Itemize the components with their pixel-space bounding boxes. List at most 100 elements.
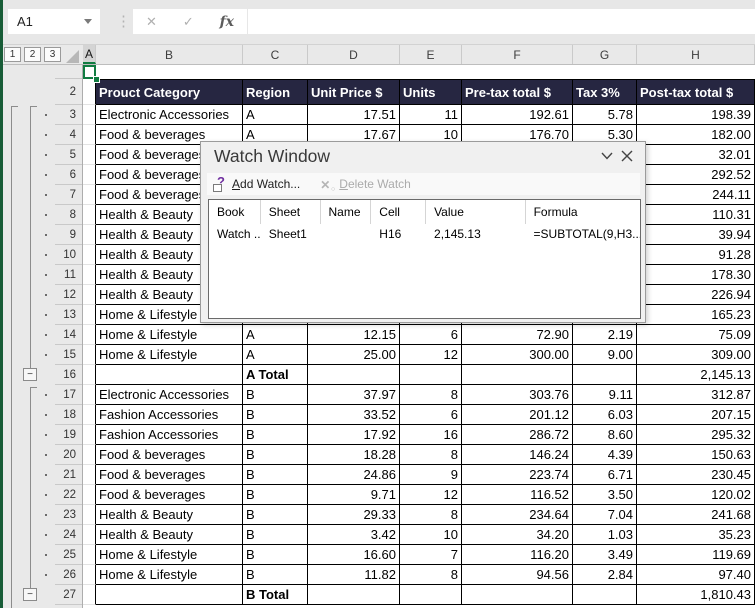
- cell-F25[interactable]: 116.20: [462, 545, 573, 565]
- cell-E21[interactable]: 9: [400, 465, 462, 485]
- watch-window-dialog[interactable]: Watch Window ? Add Watch... ✕ ○ Delete Wa…: [200, 141, 646, 323]
- cell-A26[interactable]: [83, 565, 96, 585]
- cell-H15[interactable]: 309.00: [637, 345, 755, 365]
- column-header-G[interactable]: G: [573, 45, 637, 64]
- row-header-7[interactable]: 7: [55, 185, 82, 205]
- cell-E25[interactable]: 7: [400, 545, 462, 565]
- cell-B20[interactable]: Food & beverages: [96, 445, 243, 465]
- cell-A17[interactable]: [83, 385, 96, 405]
- row-header-19[interactable]: 19: [55, 425, 82, 445]
- row-header-11[interactable]: 11: [55, 265, 82, 285]
- cancel-icon[interactable]: ✕: [146, 14, 157, 30]
- row-header-13[interactable]: 13: [55, 305, 82, 325]
- cell-A5[interactable]: [83, 145, 96, 165]
- cell-H21[interactable]: 230.45: [637, 465, 755, 485]
- cell-E24[interactable]: 10: [400, 525, 462, 545]
- cell-H18[interactable]: 207.15: [637, 405, 755, 425]
- row-header-3[interactable]: 3: [55, 105, 82, 125]
- enter-icon[interactable]: ✓: [183, 14, 194, 30]
- watch-list-item[interactable]: Watch ... Sheet1 H16 2,145.13 =SUBTOTAL(9,H3…: [209, 224, 640, 244]
- row-header-5[interactable]: 5: [55, 145, 82, 165]
- cell-B14[interactable]: Home & Lifestyle: [96, 325, 243, 345]
- column-header-C[interactable]: C: [243, 45, 308, 64]
- cell-H16[interactable]: 2,145.13: [637, 365, 755, 385]
- cell-B21[interactable]: Food & beverages: [96, 465, 243, 485]
- cell-A10[interactable]: [83, 245, 96, 265]
- cell-A8[interactable]: [83, 205, 96, 225]
- collapse-group-button-row-16[interactable]: −: [23, 368, 37, 381]
- cell-A22[interactable]: [83, 485, 96, 505]
- row-header-23[interactable]: 23: [55, 505, 82, 525]
- table-header-cell[interactable]: Pre-tax total $: [462, 79, 573, 105]
- cell-A20[interactable]: [83, 445, 96, 465]
- cell-H14[interactable]: 75.09: [637, 325, 755, 345]
- cell-F23[interactable]: 234.64: [462, 505, 573, 525]
- cell-G26[interactable]: 2.84: [573, 565, 637, 585]
- cell-B27[interactable]: [96, 585, 243, 605]
- cell-F20[interactable]: 146.24: [462, 445, 573, 465]
- row-header-8[interactable]: 8: [55, 205, 82, 225]
- cell-F19[interactable]: 286.72: [462, 425, 573, 445]
- cell-A19[interactable]: [83, 425, 96, 445]
- cell-D20[interactable]: 18.28: [308, 445, 400, 465]
- outline-level-2-button[interactable]: 2: [24, 47, 41, 62]
- cell-D24[interactable]: 3.42: [308, 525, 400, 545]
- row-header-27[interactable]: 27: [55, 585, 82, 605]
- close-icon[interactable]: [621, 150, 633, 162]
- cell-H27[interactable]: 1,810.43: [637, 585, 755, 605]
- table-header-cell[interactable]: Region: [243, 79, 308, 105]
- cell-A13[interactable]: [83, 305, 96, 325]
- table-header-cell[interactable]: Post-tax total $: [637, 79, 755, 105]
- column-header-B[interactable]: B: [96, 45, 243, 64]
- cell-A14[interactable]: [83, 325, 96, 345]
- cell-A12[interactable]: [83, 285, 96, 305]
- cell-F22[interactable]: 116.52: [462, 485, 573, 505]
- formula-input[interactable]: [248, 9, 755, 34]
- cell-G20[interactable]: 4.39: [573, 445, 637, 465]
- cell-H22[interactable]: 120.02: [637, 485, 755, 505]
- watch-list[interactable]: Book Sheet Name Cell Value Formula Watch ... Sh…: [208, 199, 641, 319]
- cell-H9[interactable]: 39.94: [637, 225, 755, 245]
- cell-A3[interactable]: [83, 105, 96, 125]
- name-box[interactable]: A1: [8, 9, 100, 34]
- outline-level-1-button[interactable]: 1: [4, 47, 21, 62]
- cell-B3[interactable]: Electronic Accessories: [96, 105, 243, 125]
- cell-G14[interactable]: 2.19: [573, 325, 637, 345]
- cell-B17[interactable]: Electronic Accessories: [96, 385, 243, 405]
- cell-C20[interactable]: B: [243, 445, 308, 465]
- row-header-24[interactable]: 24: [55, 525, 82, 545]
- row-header-21[interactable]: 21: [55, 465, 82, 485]
- cell-A27[interactable]: [83, 585, 96, 605]
- cell-H11[interactable]: 178.30: [637, 265, 755, 285]
- row-header-25[interactable]: 25: [55, 545, 82, 565]
- cell-B16[interactable]: [96, 365, 243, 385]
- cell-A7[interactable]: [83, 185, 96, 205]
- add-watch-button[interactable]: ? Add Watch...: [209, 174, 304, 194]
- cell-H24[interactable]: 35.23: [637, 525, 755, 545]
- row-header-14[interactable]: 14: [55, 325, 82, 345]
- cell-H5[interactable]: 32.01: [637, 145, 755, 165]
- row-1-band[interactable]: [83, 65, 755, 79]
- chevron-down-icon[interactable]: [600, 150, 614, 162]
- row-header-12[interactable]: 12: [55, 285, 82, 305]
- cell-G18[interactable]: 6.03: [573, 405, 637, 425]
- cell-H6[interactable]: 292.52: [637, 165, 755, 185]
- row-header-6[interactable]: 6: [55, 165, 82, 185]
- table-header-cell[interactable]: Units: [400, 79, 462, 105]
- cell-C22[interactable]: B: [243, 485, 308, 505]
- table-header-cell[interactable]: Unit Price $: [308, 79, 400, 105]
- cell-D18[interactable]: 33.52: [308, 405, 400, 425]
- cell-D22[interactable]: 9.71: [308, 485, 400, 505]
- cell-A11[interactable]: [83, 265, 96, 285]
- column-header-D[interactable]: D: [308, 45, 400, 64]
- column-header-F[interactable]: F: [462, 45, 573, 64]
- cell-D19[interactable]: 17.92: [308, 425, 400, 445]
- cell-D21[interactable]: 24.86: [308, 465, 400, 485]
- row-header-26[interactable]: 26: [55, 565, 82, 585]
- cell-G19[interactable]: 8.60: [573, 425, 637, 445]
- cell-E14[interactable]: 6: [400, 325, 462, 345]
- cell-A18[interactable]: [83, 405, 96, 425]
- cell-G17[interactable]: 9.11: [573, 385, 637, 405]
- cell-F17[interactable]: 303.76: [462, 385, 573, 405]
- row-header-15[interactable]: 15: [55, 345, 82, 365]
